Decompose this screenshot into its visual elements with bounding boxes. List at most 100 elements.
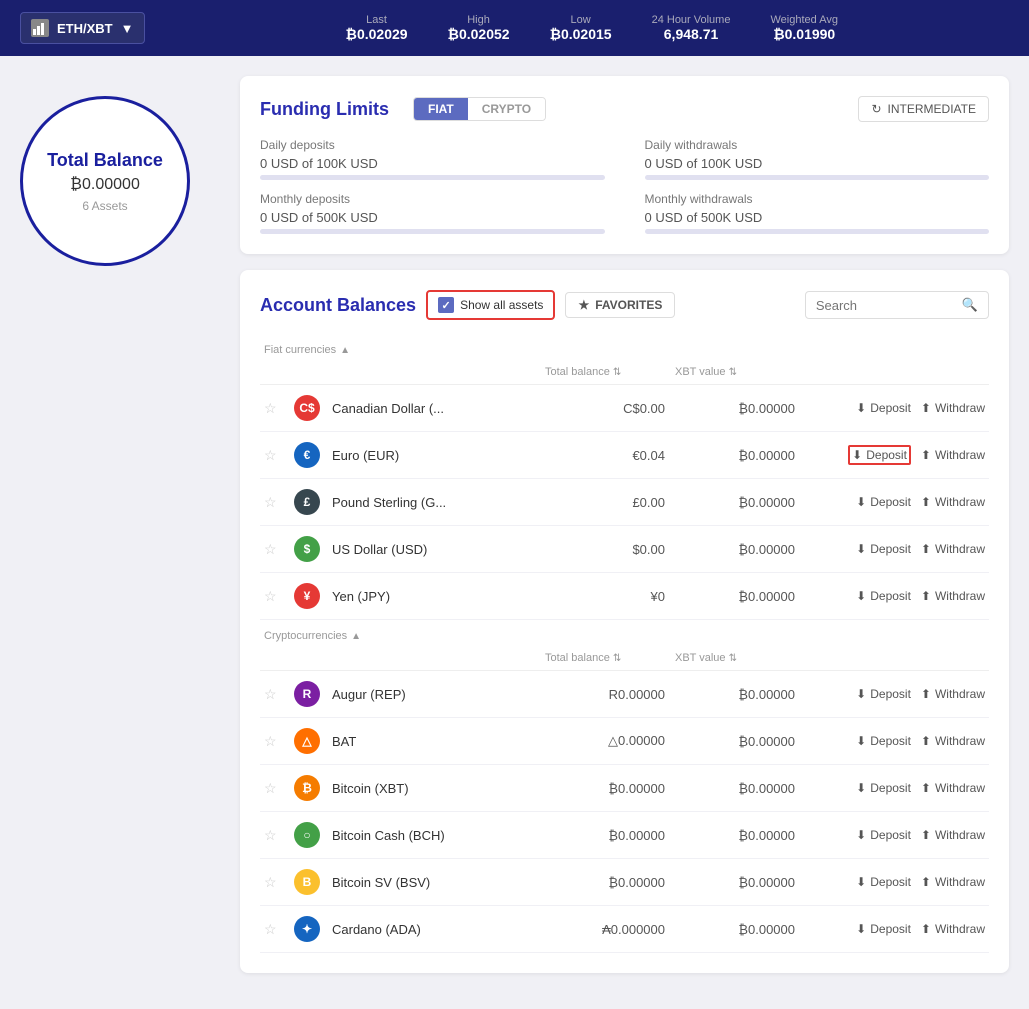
currency-name: Augur (REP) — [324, 687, 545, 702]
row-actions: ⬇ Deposit ⬆ Withdraw — [805, 687, 985, 701]
star-icon: ★ — [578, 298, 589, 312]
currency-icon: ₿ — [294, 775, 320, 801]
favorite-star[interactable]: ☆ — [264, 400, 294, 417]
chart-icon — [31, 19, 49, 37]
favorite-star[interactable]: ☆ — [264, 686, 294, 703]
download-icon: ⬇ — [856, 734, 866, 748]
favorite-star[interactable]: ☆ — [264, 827, 294, 844]
withdraw-button[interactable]: ⬆ Withdraw — [921, 922, 985, 936]
intermediate-label: INTERMEDIATE — [888, 102, 976, 116]
stat-low: Low₿0.02015 — [550, 14, 612, 42]
balance-value: ₿0.00000 — [70, 176, 140, 194]
favorite-star[interactable]: ☆ — [264, 921, 294, 938]
currency-icon: ○ — [294, 822, 320, 848]
tab-fiat[interactable]: FIAT — [414, 98, 468, 120]
row-actions: ⬇ Deposit ⬆ Withdraw — [805, 781, 985, 795]
currency-name: Bitcoin SV (BSV) — [324, 875, 545, 890]
upload-icon: ⬆ — [921, 734, 931, 748]
withdraw-button[interactable]: ⬆ Withdraw — [921, 448, 985, 462]
deposit-button[interactable]: ⬇ Deposit — [856, 875, 911, 889]
xbt-value: ₿0.00000 — [675, 448, 805, 463]
currency-icon: R — [294, 681, 320, 707]
show-all-label: Show all assets — [460, 298, 543, 312]
table-row: ☆ △ BAT △0.00000 ₿0.00000 ⬇ Deposit ⬆ Wi… — [260, 718, 989, 765]
ticker-dropdown[interactable]: ETH/XBT ▼ — [20, 12, 145, 44]
favorite-star[interactable]: ☆ — [264, 541, 294, 558]
favorite-star[interactable]: ☆ — [264, 780, 294, 797]
search-input[interactable] — [816, 298, 956, 313]
top-header: ETH/XBT ▼ Last₿0.02029High₿0.02052Low₿0.… — [0, 0, 1029, 56]
balance-assets: 6 Assets — [82, 199, 127, 213]
total-balance: C$0.00 — [545, 401, 675, 416]
deposit-button[interactable]: ⬇ Deposit — [856, 734, 911, 748]
limit-row-1: Daily withdrawals 0 USD of 100K USD — [645, 138, 990, 180]
deposit-button[interactable]: ⬇ Deposit — [856, 922, 911, 936]
withdraw-button[interactable]: ⬆ Withdraw — [921, 687, 985, 701]
balances-table: Fiat currencies▲ Total balance ⇅ XBT val… — [260, 334, 989, 953]
favorite-star[interactable]: ☆ — [264, 494, 294, 511]
deposit-button[interactable]: ⬇ Deposit — [856, 687, 911, 701]
show-all-assets-button[interactable]: ✓ Show all assets — [426, 290, 555, 320]
upload-icon: ⬆ — [921, 495, 931, 509]
currency-icon: £ — [294, 489, 320, 515]
deposit-button[interactable]: ⬇ Deposit — [856, 781, 911, 795]
intermediate-button[interactable]: ↻ INTERMEDIATE — [858, 96, 989, 122]
right-panel: Funding Limits FIAT CRYPTO ↻ INTERMEDIAT… — [240, 76, 1009, 989]
withdraw-button[interactable]: ⬆ Withdraw — [921, 734, 985, 748]
row-actions: ⬇ Deposit ⬆ Withdraw — [805, 828, 985, 842]
withdraw-button[interactable]: ⬆ Withdraw — [921, 401, 985, 415]
row-actions: ⬇ Deposit ⬆ Withdraw — [805, 922, 985, 936]
favorite-star[interactable]: ☆ — [264, 733, 294, 750]
deposit-button[interactable]: ⬇ Deposit — [856, 542, 911, 556]
deposit-button[interactable]: ⬇ Deposit — [856, 495, 911, 509]
favorites-button[interactable]: ★ FAVORITES — [565, 292, 675, 318]
withdraw-button[interactable]: ⬆ Withdraw — [921, 781, 985, 795]
upload-icon: ⬆ — [921, 401, 931, 415]
balances-header: Account Balances ✓ Show all assets ★ FAV… — [260, 290, 989, 320]
favorite-star[interactable]: ☆ — [264, 874, 294, 891]
xbt-value: ₿0.00000 — [675, 495, 805, 510]
funding-title: Funding Limits — [260, 99, 389, 120]
currency-name: Canadian Dollar (... — [324, 401, 545, 416]
total-balance: ₿0.00000 — [545, 828, 675, 843]
download-icon: ⬇ — [856, 781, 866, 795]
favorite-star[interactable]: ☆ — [264, 588, 294, 605]
account-balances-card: Account Balances ✓ Show all assets ★ FAV… — [240, 270, 1009, 973]
table-row: ☆ $ US Dollar (USD) $0.00 ₿0.00000 ⬇ Dep… — [260, 526, 989, 573]
upload-icon: ⬆ — [921, 448, 931, 462]
deposit-button[interactable]: ⬇ Deposit — [856, 828, 911, 842]
deposit-button[interactable]: ⬇ Deposit — [848, 445, 911, 465]
currency-icon: € — [294, 442, 320, 468]
withdraw-button[interactable]: ⬆ Withdraw — [921, 875, 985, 889]
currency-icon: C$ — [294, 395, 320, 421]
currency-name: Cardano (ADA) — [324, 922, 545, 937]
main-content: Total Balance ₿0.00000 6 Assets Funding … — [0, 56, 1029, 1009]
download-icon: ⬇ — [856, 401, 866, 415]
total-balance: ₿0.00000 — [545, 781, 675, 796]
favorite-star[interactable]: ☆ — [264, 447, 294, 464]
withdraw-button[interactable]: ⬆ Withdraw — [921, 542, 985, 556]
tab-crypto[interactable]: CRYPTO — [468, 98, 545, 120]
total-balance: R0.00000 — [545, 687, 675, 702]
total-balance: £0.00 — [545, 495, 675, 510]
limit-row-0: Daily deposits 0 USD of 100K USD — [260, 138, 605, 180]
withdraw-button[interactable]: ⬆ Withdraw — [921, 828, 985, 842]
currency-icon: △ — [294, 728, 320, 754]
currency-icon: $ — [294, 536, 320, 562]
withdraw-button[interactable]: ⬆ Withdraw — [921, 495, 985, 509]
search-box[interactable]: 🔍 — [805, 291, 989, 319]
upload-icon: ⬆ — [921, 875, 931, 889]
total-balance: €0.04 — [545, 448, 675, 463]
funding-title-group: Funding Limits FIAT CRYPTO — [260, 97, 546, 121]
balance-circle: Total Balance ₿0.00000 6 Assets — [20, 96, 190, 266]
currency-icon: B — [294, 869, 320, 895]
crypto-section-header: Cryptocurrencies▲ — [260, 620, 989, 646]
stat-24-hour-volume: 24 Hour Volume6,948.71 — [652, 14, 731, 42]
total-balance: ₳0.000000 — [545, 922, 675, 937]
table-row: ☆ ○ Bitcoin Cash (BCH) ₿0.00000 ₿0.00000… — [260, 812, 989, 859]
xbt-value: ₿0.00000 — [675, 589, 805, 604]
withdraw-button[interactable]: ⬆ Withdraw — [921, 589, 985, 603]
deposit-button[interactable]: ⬇ Deposit — [856, 589, 911, 603]
row-actions: ⬇ Deposit ⬆ Withdraw — [805, 734, 985, 748]
deposit-button[interactable]: ⬇ Deposit — [856, 401, 911, 415]
